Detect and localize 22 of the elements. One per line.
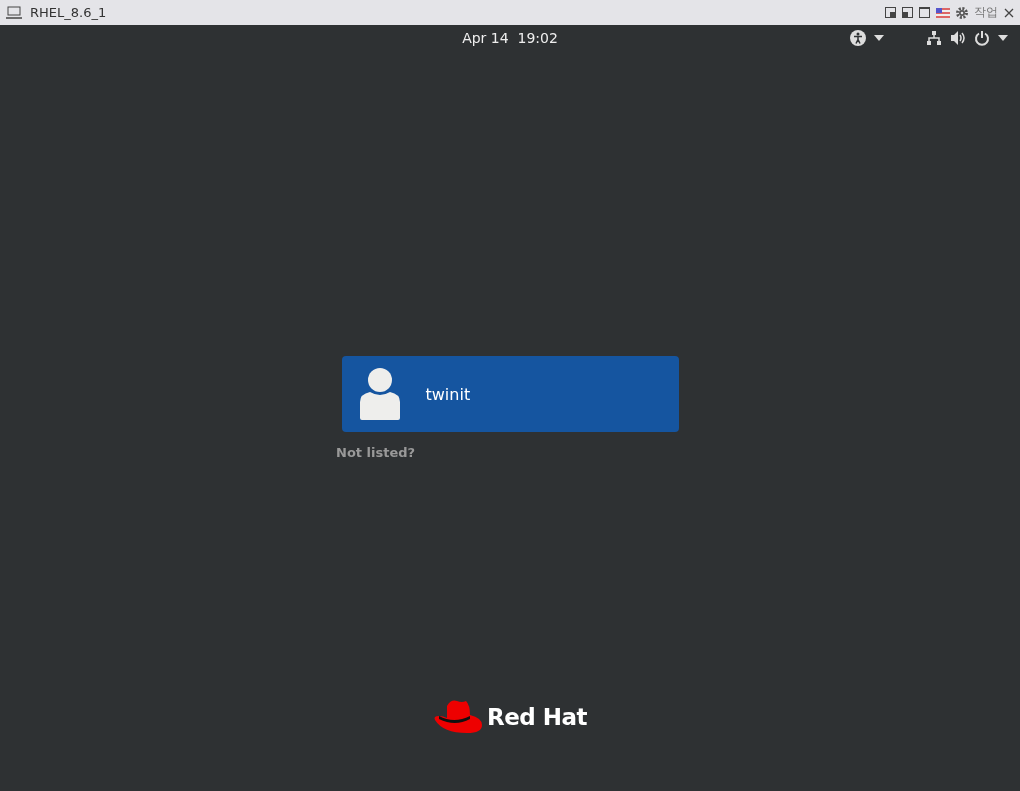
hat-icon <box>432 698 483 736</box>
user-name: twinit <box>425 384 471 404</box>
dropdown-caret-icon[interactable] <box>874 35 884 41</box>
maximize-window-icon[interactable] <box>919 7 930 18</box>
dropdown-caret-icon[interactable] <box>998 35 1008 41</box>
power-icon[interactable] <box>974 30 990 46</box>
window-title: RHEL_8.6_1 <box>30 5 108 20</box>
not-listed-link[interactable]: Not listed? <box>336 445 416 460</box>
network-icon[interactable] <box>926 30 942 46</box>
logo-text: Red Hat <box>486 704 587 730</box>
flag-icon[interactable] <box>936 7 950 18</box>
menu-label[interactable]: 작업 <box>974 4 998 21</box>
user-entry[interactable]: twinit <box>341 356 679 432</box>
user-avatar-icon <box>359 368 400 420</box>
accessibility-icon[interactable] <box>850 30 866 46</box>
minimize-window-icon[interactable] <box>885 7 896 18</box>
monitor-icon <box>6 6 22 19</box>
restore-window-icon[interactable] <box>902 7 913 18</box>
clock[interactable]: Apr 14 19:02 <box>462 30 558 46</box>
close-icon[interactable] <box>1004 7 1014 18</box>
volume-icon[interactable] <box>950 30 966 46</box>
settings-icon[interactable] <box>956 6 968 19</box>
